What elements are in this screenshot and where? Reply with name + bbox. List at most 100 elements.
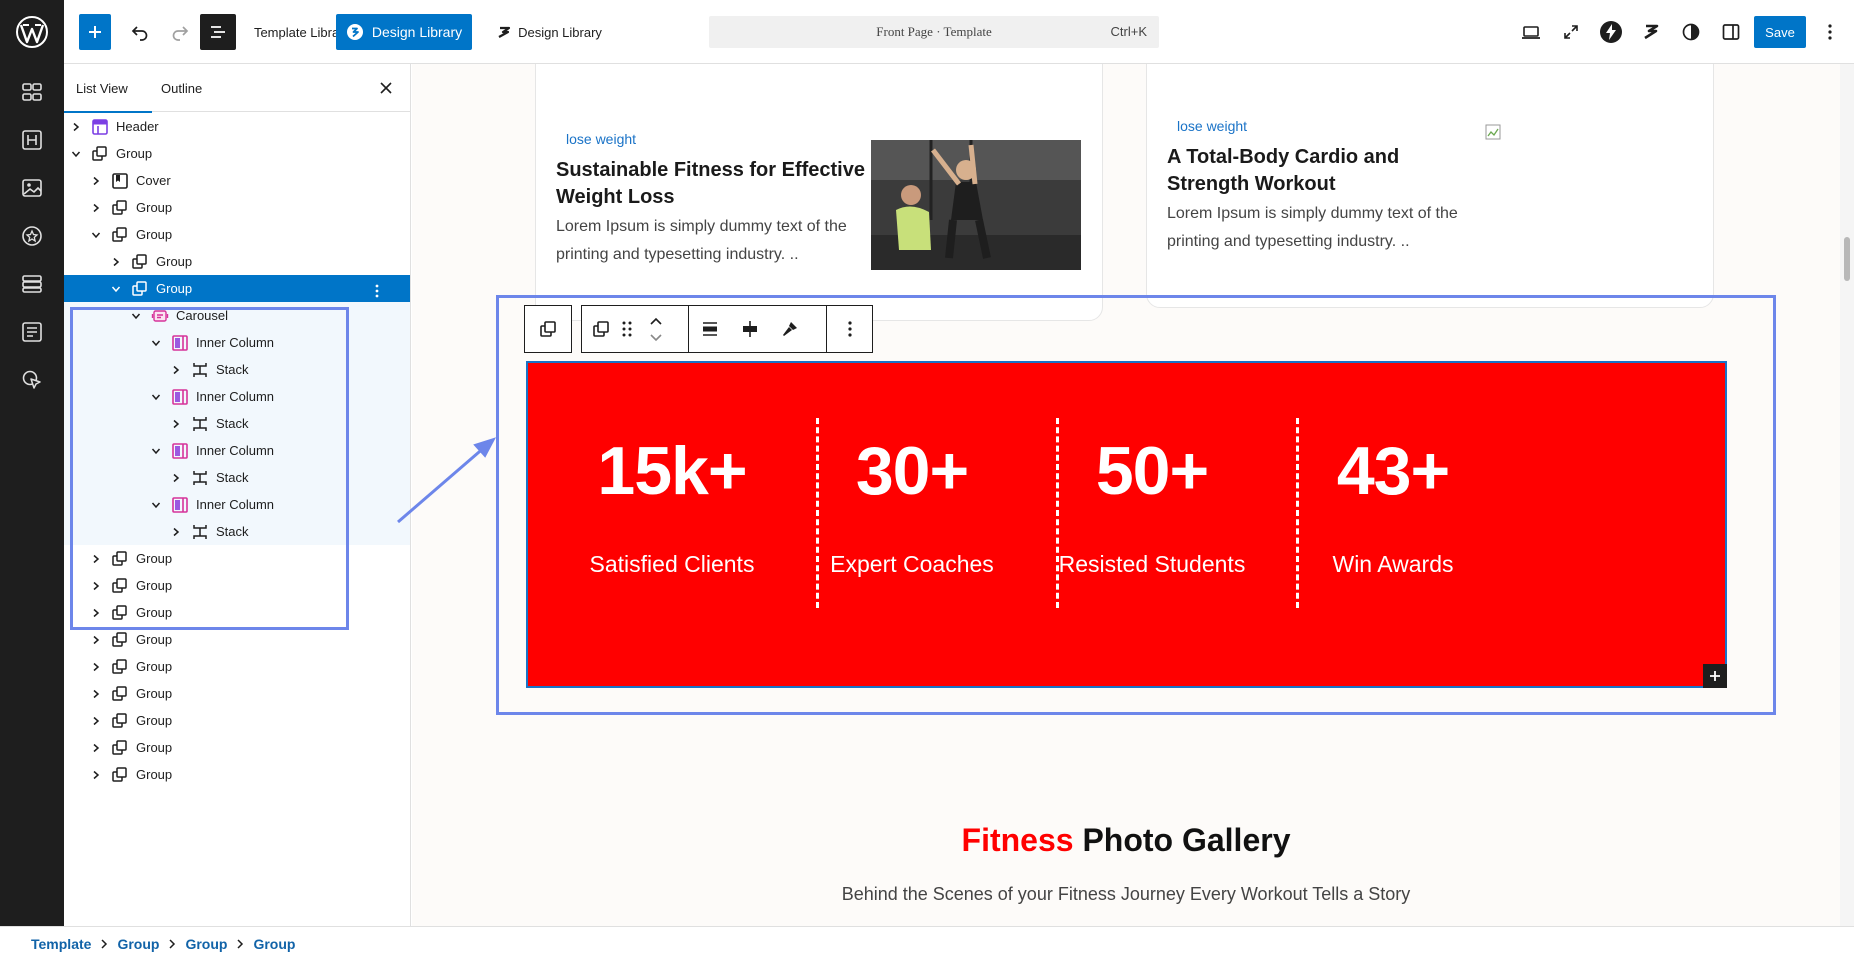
close-panel-button[interactable] bbox=[374, 76, 398, 100]
chevron-right-icon[interactable] bbox=[64, 113, 88, 140]
chevron-right-icon[interactable] bbox=[84, 680, 108, 707]
post-category-link[interactable]: lose weight bbox=[566, 131, 636, 147]
media-icon[interactable] bbox=[16, 172, 48, 204]
tree-item-group[interactable]: Group bbox=[64, 545, 410, 572]
block-options-button[interactable] bbox=[832, 306, 868, 352]
gallery-subtitle[interactable]: Behind the Scenes of your Fitness Journe… bbox=[412, 884, 1840, 905]
tree-item-group[interactable]: Group bbox=[64, 734, 410, 761]
chevron-right-icon[interactable] bbox=[84, 653, 108, 680]
styles-button[interactable] bbox=[1675, 16, 1707, 48]
select-parent-button[interactable] bbox=[524, 305, 572, 353]
chevron-right-icon[interactable] bbox=[84, 545, 108, 572]
tree-item-group[interactable]: Group bbox=[64, 761, 410, 788]
breadcrumb-template[interactable]: Template bbox=[31, 936, 91, 952]
cursor-icon[interactable] bbox=[16, 364, 48, 396]
headings-icon[interactable] bbox=[16, 124, 48, 156]
tree-item-stack[interactable]: Stack bbox=[64, 464, 410, 491]
chevron-down-icon[interactable] bbox=[84, 221, 108, 248]
chevron-down-icon[interactable] bbox=[144, 383, 168, 410]
tree-item-stack[interactable]: Stack bbox=[64, 518, 410, 545]
stackable-button[interactable] bbox=[1595, 16, 1627, 48]
more-vertical-icon[interactable] bbox=[365, 279, 389, 303]
tree-item-group[interactable]: Group bbox=[64, 572, 410, 599]
canvas-scrollbar[interactable] bbox=[1840, 64, 1854, 926]
tree-item-carousel[interactable]: Carousel bbox=[64, 302, 410, 329]
tree-item-group[interactable]: Group bbox=[64, 221, 410, 248]
save-button[interactable]: Save bbox=[1754, 16, 1806, 48]
chevron-right-icon[interactable] bbox=[164, 356, 188, 383]
tree-item-group[interactable]: Group bbox=[64, 707, 410, 734]
breadcrumb-group[interactable]: Group bbox=[117, 936, 159, 952]
templates-icon[interactable] bbox=[16, 268, 48, 300]
chevron-right-icon[interactable] bbox=[84, 572, 108, 599]
stat-column[interactable]: 43+ Win Awards bbox=[1251, 363, 1535, 690]
document-overview-button[interactable] bbox=[200, 14, 236, 50]
chevron-right-icon[interactable] bbox=[84, 626, 108, 653]
chevron-right-icon[interactable] bbox=[84, 761, 108, 788]
command-palette-bar[interactable]: Front Page · Template Ctrl+K bbox=[709, 16, 1159, 48]
drag-handle[interactable] bbox=[618, 306, 636, 352]
add-block-button[interactable] bbox=[79, 14, 111, 50]
chevron-right-icon[interactable] bbox=[84, 707, 108, 734]
tree-item-group[interactable]: Group bbox=[64, 248, 410, 275]
post-title[interactable]: Sustainable Fitness for Effective Weight… bbox=[556, 157, 866, 211]
chevron-right-icon[interactable] bbox=[104, 248, 128, 275]
chevron-right-icon[interactable] bbox=[84, 734, 108, 761]
chevron-right-icon[interactable] bbox=[164, 518, 188, 545]
chevron-right-icon[interactable] bbox=[164, 464, 188, 491]
move-up-down-buttons[interactable] bbox=[638, 306, 674, 352]
tree-item-group[interactable]: Group bbox=[64, 140, 410, 167]
tree-item-inner-column[interactable]: Inner Column bbox=[64, 383, 410, 410]
post-card[interactable]: lose weight A Total-Body Cardio and Stre… bbox=[1146, 64, 1714, 308]
tree-item-group[interactable]: Group bbox=[64, 599, 410, 626]
gallery-heading[interactable]: Fitness Photo Gallery bbox=[412, 822, 1840, 859]
tree-item-inner-column[interactable]: Inner Column bbox=[64, 329, 410, 356]
justify-button[interactable] bbox=[732, 306, 768, 352]
chevron-down-icon[interactable] bbox=[144, 329, 168, 356]
chevron-down-icon[interactable] bbox=[144, 437, 168, 464]
post-card[interactable]: lose weight Sustainable Fitness for Effe… bbox=[535, 64, 1103, 321]
scrollbar-thumb[interactable] bbox=[1844, 237, 1850, 281]
chevron-down-icon[interactable] bbox=[124, 302, 148, 329]
tree-item-stack[interactable]: Stack bbox=[64, 356, 410, 383]
settings-sidebar-button[interactable] bbox=[1715, 16, 1747, 48]
stackable-settings-button[interactable] bbox=[1635, 16, 1667, 48]
undo-button[interactable] bbox=[122, 14, 158, 50]
breadcrumb-group[interactable]: Group bbox=[185, 936, 227, 952]
chevron-right-icon[interactable] bbox=[84, 167, 108, 194]
wordpress-logo-icon[interactable] bbox=[12, 12, 52, 52]
post-title[interactable]: A Total-Body Cardio and Strength Workout bbox=[1167, 144, 1457, 198]
tree-item-group[interactable]: Group bbox=[64, 653, 410, 680]
redo-button[interactable] bbox=[162, 14, 198, 50]
tree-item-inner-column[interactable]: Inner Column bbox=[64, 437, 410, 464]
options-button[interactable] bbox=[1814, 16, 1846, 48]
chevron-right-icon[interactable] bbox=[84, 194, 108, 221]
breadcrumb-group-current[interactable]: Group bbox=[253, 936, 295, 952]
tree-item-group[interactable]: Group bbox=[64, 275, 410, 303]
chevron-right-icon[interactable] bbox=[84, 599, 108, 626]
align-button[interactable] bbox=[692, 306, 728, 352]
design-library-button[interactable]: Design Library bbox=[336, 14, 472, 50]
stats-carousel[interactable]: 15k+ Satisfied Clients 30+ Expert Coache… bbox=[526, 361, 1727, 688]
post-category-link[interactable]: lose weight bbox=[1177, 118, 1247, 134]
design-library-secondary-button[interactable]: Design Library bbox=[484, 14, 614, 50]
post-featured-image[interactable] bbox=[871, 140, 1081, 270]
tree-item-header[interactable]: Header bbox=[64, 113, 410, 140]
copy-styles-button[interactable] bbox=[772, 306, 808, 352]
tree-item-group[interactable]: Group bbox=[64, 626, 410, 653]
chevron-down-icon[interactable] bbox=[104, 275, 128, 302]
tree-item-group[interactable]: Group bbox=[64, 194, 410, 221]
device-preview-button[interactable] bbox=[1515, 16, 1547, 48]
block-inserter-button[interactable] bbox=[1703, 664, 1727, 688]
tree-item-inner-column[interactable]: Inner Column bbox=[64, 491, 410, 518]
navigation-icon[interactable] bbox=[16, 76, 48, 108]
pages-icon[interactable] bbox=[16, 316, 48, 348]
tree-item-group[interactable]: Group bbox=[64, 680, 410, 707]
chevron-down-icon[interactable] bbox=[144, 491, 168, 518]
block-type-button[interactable] bbox=[586, 306, 616, 352]
fullscreen-button[interactable] bbox=[1555, 16, 1587, 48]
tab-outline[interactable]: Outline bbox=[161, 64, 202, 112]
tab-list-view[interactable]: List View bbox=[64, 64, 152, 113]
tree-item-stack[interactable]: Stack bbox=[64, 410, 410, 437]
chevron-down-icon[interactable] bbox=[64, 140, 88, 167]
